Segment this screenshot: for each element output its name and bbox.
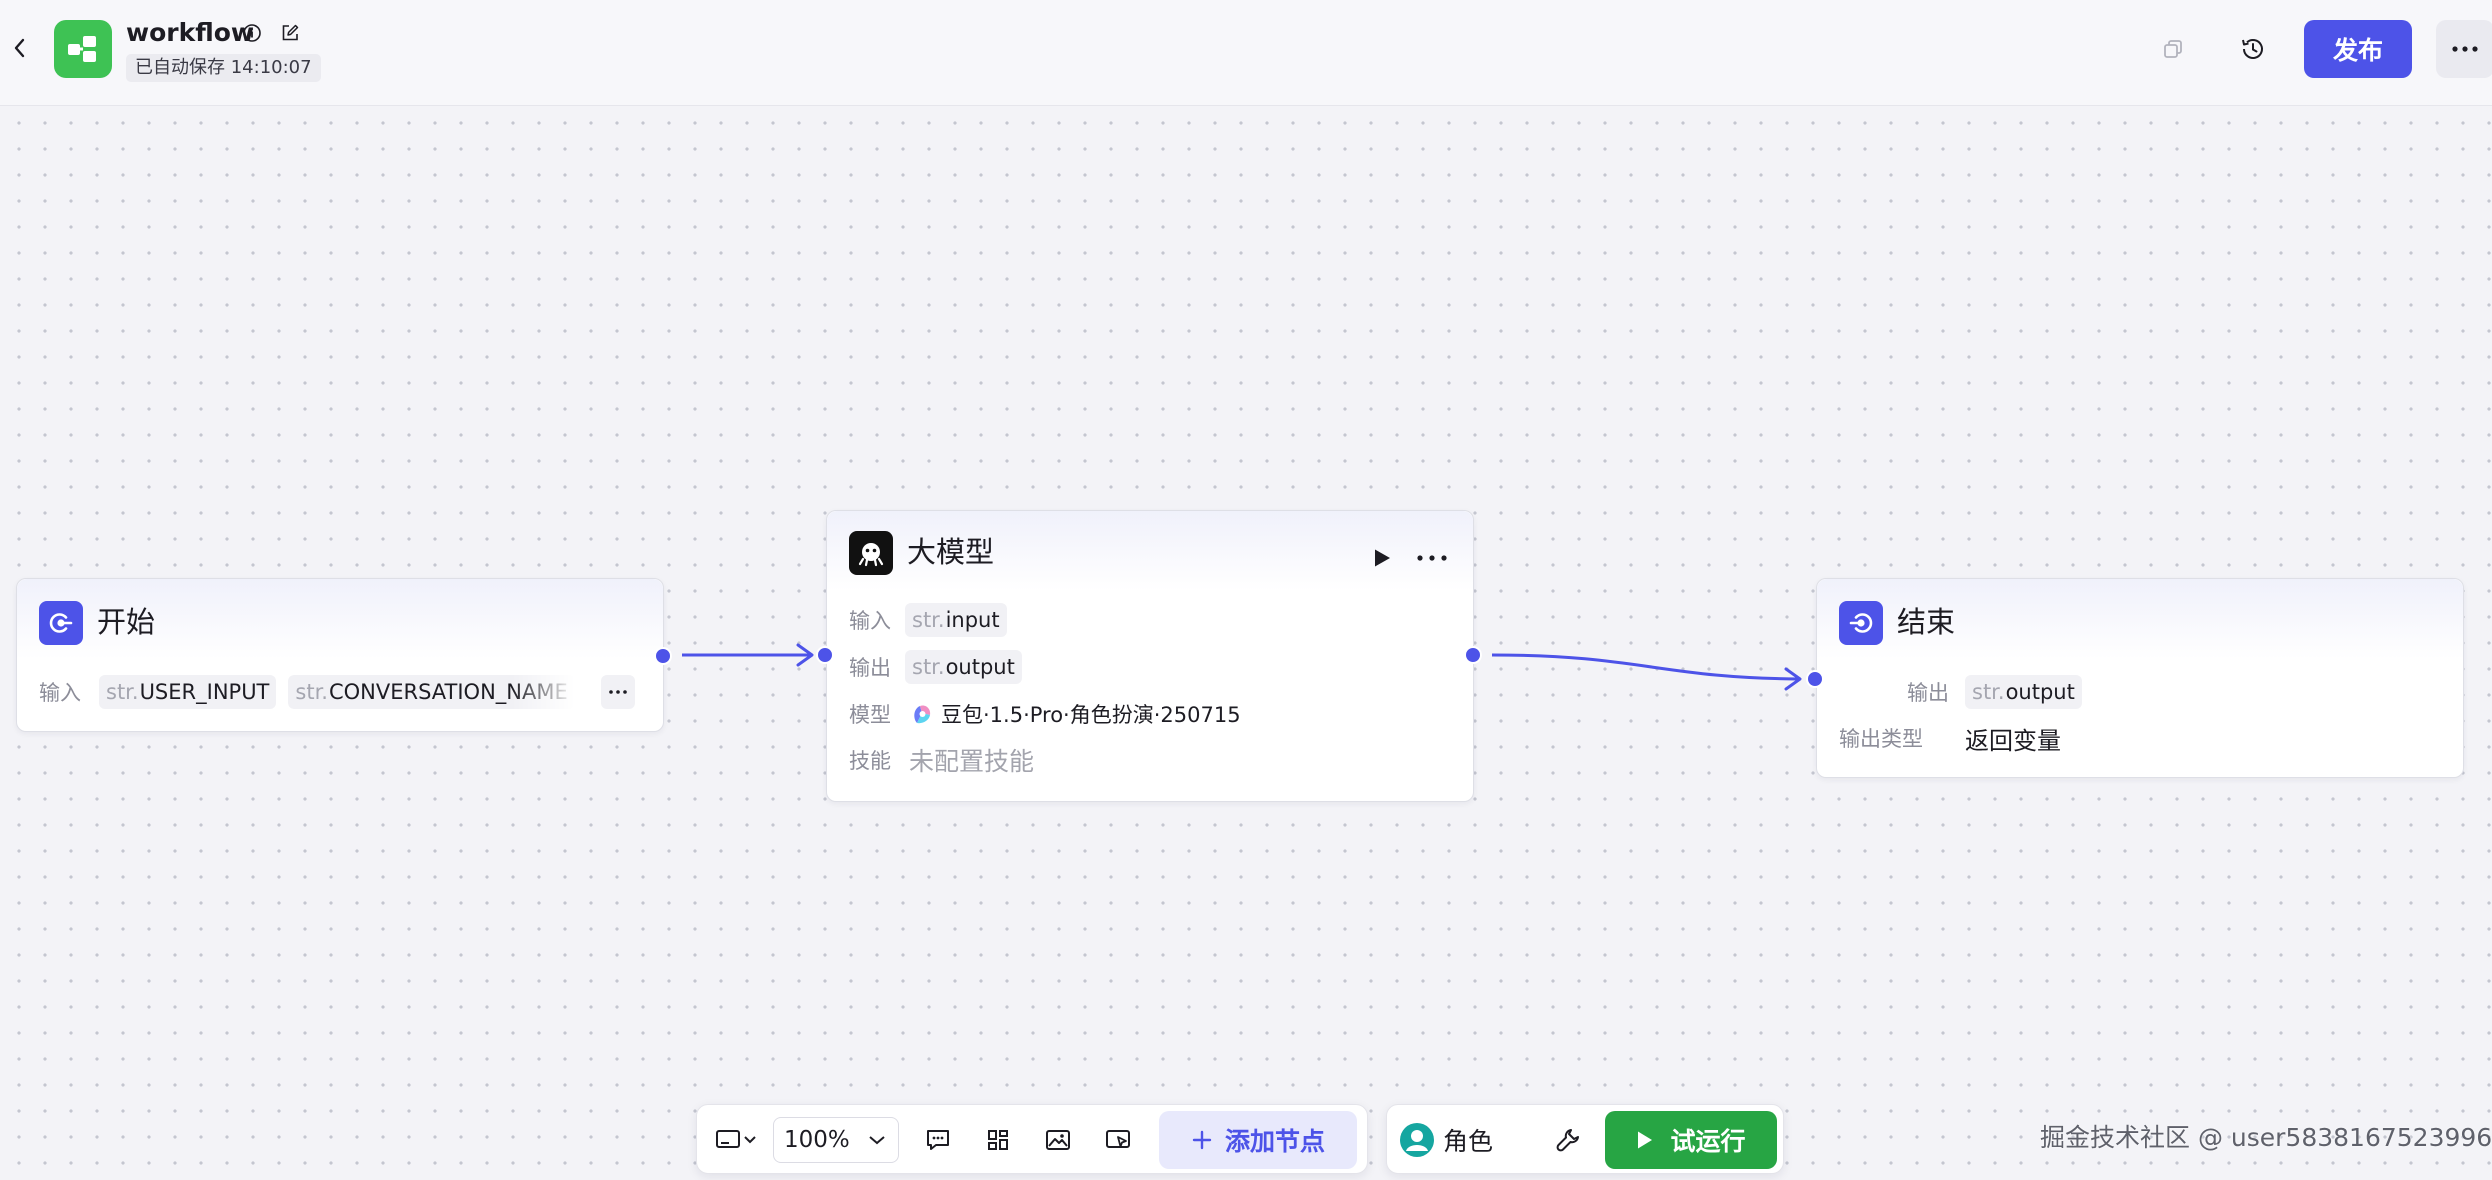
chevron-down-icon: [744, 1136, 756, 1144]
add-node-button[interactable]: 添加节点: [1159, 1111, 1357, 1169]
more-params-button[interactable]: [601, 675, 635, 709]
auto-layout-button[interactable]: [975, 1117, 1021, 1163]
layout-icon: [988, 1130, 1008, 1150]
output-label: 输出: [1907, 681, 1949, 705]
output-type-value: 返回变量: [1965, 726, 2061, 755]
start-node-title: 开始: [97, 605, 156, 639]
run-toolbar: 角色 试运行: [1386, 1104, 1784, 1174]
start-input-row: 输入 str. USER_INPUT str. CONVERSATION_NAME: [39, 675, 639, 709]
role-label: 角色: [1443, 1127, 1494, 1156]
param-tag: str. output: [1965, 675, 2082, 709]
input-label: 输入: [39, 681, 81, 705]
skill-label: 技能: [849, 749, 891, 773]
node-more-button[interactable]: [1415, 543, 1449, 573]
settings-button[interactable]: [1545, 1117, 1591, 1163]
model-label: 模型: [849, 703, 891, 727]
output-label: 输出: [849, 656, 891, 680]
llm-node[interactable]: 大模型 输入 str. input 输出 str. output 模型 豆包·1…: [816, 510, 1482, 802]
param-tag: str. input: [905, 603, 1007, 637]
run-label: 试运行: [1670, 1127, 1746, 1156]
llm-input-row: 输入 str. input: [849, 603, 1019, 637]
chevron-down-icon: [869, 1136, 885, 1145]
end-input-port[interactable]: [1806, 670, 1824, 688]
start-icon: [39, 601, 83, 645]
end-output-type-row: 输出类型 返回变量: [1839, 721, 2061, 755]
llm-output-port[interactable]: [1464, 646, 1482, 664]
screen-cursor-icon: [1106, 1130, 1130, 1148]
start-node[interactable]: 开始 输入 str. USER_INPUT str. CONVERSATION_NA…: [16, 578, 672, 732]
skill-value: 未配置技能: [909, 747, 1035, 776]
plus-icon: [1192, 1130, 1212, 1150]
image-icon: [1046, 1130, 1070, 1150]
more-horizontal-icon: [609, 690, 627, 694]
edge-start-to-llm[interactable]: [682, 643, 814, 667]
param-tag: str. USER_INPUT: [99, 675, 277, 709]
zoom-select[interactable]: 100%: [773, 1117, 899, 1163]
minimap-button[interactable]: [1035, 1117, 1081, 1163]
test-run-button[interactable]: 试运行: [1605, 1111, 1777, 1169]
laptop-icon: [716, 1130, 740, 1148]
canvas-toolbar: 100% 添加节点: [696, 1104, 1368, 1174]
param-tag: str. output: [905, 650, 1022, 684]
input-label: 输入: [849, 609, 891, 633]
wrench-icon: [1556, 1129, 1579, 1152]
run-node-button[interactable]: [1367, 543, 1397, 573]
end-output-row: 输出 str. output: [1839, 675, 2094, 709]
more-horizontal-icon: [1417, 555, 1447, 561]
llm-input-port[interactable]: [816, 646, 834, 664]
play-icon: [1638, 1131, 1653, 1149]
zoom-value: 100%: [784, 1127, 850, 1153]
fit-view-button[interactable]: [1095, 1117, 1141, 1163]
avatar-icon: [1400, 1123, 1434, 1157]
comment-button[interactable]: [915, 1117, 961, 1163]
output-type-label: 输出类型: [1839, 727, 1923, 751]
end-node[interactable]: 结束 输出 str. output 输出类型 返回变量: [1806, 578, 2464, 778]
comment-icon: [927, 1130, 949, 1150]
end-icon: [1839, 601, 1883, 645]
start-output-port[interactable]: [654, 647, 672, 665]
edge-llm-to-end[interactable]: [1491, 653, 1802, 691]
interaction-mode-button[interactable]: [707, 1117, 765, 1163]
watermark: 掘金技术社区 @ user5838167523996: [2040, 1123, 2492, 1152]
param-tag: str. CONVERSATION_NAME: [288, 675, 575, 709]
end-node-title: 结束: [1897, 605, 1956, 639]
llm-node-title: 大模型: [907, 535, 995, 569]
doubao-model-icon: [909, 701, 935, 727]
llm-output-row: 输出 str. output: [849, 650, 1034, 684]
play-icon: [1375, 549, 1390, 567]
role-button[interactable]: 角色: [1399, 1115, 1493, 1165]
add-node-label: 添加节点: [1224, 1127, 1325, 1156]
llm-icon: [849, 531, 893, 575]
llm-skill-row: 技能 未配置技能: [849, 743, 1034, 777]
model-value: 豆包·1.5·Pro·角色扮演·250715: [941, 703, 1241, 727]
llm-model-row: 模型 豆包·1.5·Pro·角色扮演·250715: [849, 697, 1241, 731]
